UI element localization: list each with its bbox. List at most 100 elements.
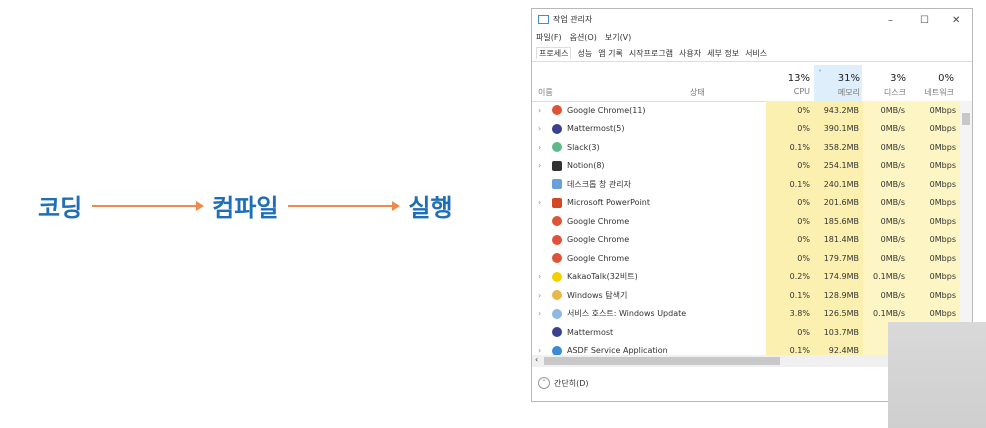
fewer-details-label: 간단히(D)	[554, 378, 589, 388]
column-disk[interactable]: 디스크	[884, 87, 906, 98]
close-button[interactable]: ✕	[952, 15, 960, 26]
column-memory[interactable]: 메모리	[838, 87, 860, 98]
process-name: KakaoTalk(32비트)	[567, 272, 638, 282]
step-compile: 컴파일	[212, 194, 279, 222]
tab-performance[interactable]: 성능	[577, 48, 592, 59]
process-row[interactable]: Google Chrome 0% 185.6MB 0MB/s 0Mbps	[532, 212, 960, 231]
process-row[interactable]: › 서비스 호스트: Windows Update 3.8% 126.5MB 0.1MB…	[532, 304, 960, 323]
expand-chevron-icon[interactable]: ›	[538, 106, 541, 115]
expand-chevron-icon[interactable]: ›	[538, 124, 541, 133]
step-coding: 코딩	[38, 194, 83, 222]
process-name: Google Chrome(11)	[567, 105, 646, 115]
process-name: Notion(8)	[567, 161, 605, 171]
process-name: Microsoft PowerPoint	[567, 198, 650, 208]
process-name-cell: Microsoft PowerPoint	[552, 197, 650, 208]
menu-view[interactable]: 보기(V)	[605, 32, 631, 43]
expand-chevron-icon[interactable]: ›	[538, 346, 541, 355]
process-row[interactable]: › Mattermost(5) 0% 390.1MB 0MB/s 0Mbps	[532, 119, 960, 138]
process-name: Mattermost(5)	[567, 124, 625, 134]
memory-cell: 390.1MB	[814, 119, 863, 138]
process-name-cell: Windows 탐색기	[552, 290, 627, 301]
arrow-icon	[288, 200, 401, 211]
column-network[interactable]: 네트워크	[925, 87, 954, 98]
process-row[interactable]: › Microsoft PowerPoint 0% 201.6MB 0MB/s 0Mbps	[532, 193, 960, 212]
tab-services[interactable]: 서비스	[745, 48, 767, 59]
process-name-cell: Notion(8)	[552, 160, 605, 171]
network-percent[interactable]: 0%	[938, 73, 954, 84]
process-name: Google Chrome	[567, 253, 630, 263]
mattermost-icon	[552, 123, 562, 134]
scroll-thumb[interactable]	[962, 113, 970, 125]
menu-file[interactable]: 파일(F)	[536, 32, 562, 43]
scroll-left-icon[interactable]: ‹	[535, 355, 538, 364]
network-cell: 0Mbps	[909, 175, 960, 194]
memory-cell: 128.9MB	[814, 286, 863, 305]
process-name: Slack(3)	[567, 142, 600, 152]
compile-flow: 코딩 컴파일 실행	[38, 188, 453, 223]
process-name: 데스크톱 창 관리자	[567, 179, 631, 189]
expand-chevron-icon[interactable]: ›	[538, 309, 541, 318]
notion-icon	[552, 160, 562, 171]
column-status[interactable]: 상태	[690, 87, 705, 98]
process-row[interactable]: › Windows 탐색기 0.1% 128.9MB 0MB/s 0Mbps	[532, 286, 960, 305]
expand-chevron-icon[interactable]: ›	[538, 161, 541, 170]
memory-percent[interactable]: 31%	[838, 73, 860, 84]
process-name: Windows 탐색기	[567, 290, 628, 300]
disk-cell: 0MB/s	[863, 286, 909, 305]
network-cell: 0Mbps	[909, 156, 960, 175]
tab-processes[interactable]: 프로세스	[536, 47, 572, 59]
tab-details[interactable]: 세부 정보	[707, 48, 739, 59]
scroll-thumb[interactable]	[544, 357, 780, 365]
process-row[interactable]: Google Chrome 0% 179.7MB 0MB/s 0Mbps	[532, 249, 960, 268]
process-row[interactable]: › Slack(3) 0.1% 358.2MB 0MB/s 0Mbps	[532, 138, 960, 157]
process-name-cell: KakaoTalk(32비트)	[552, 271, 638, 282]
tab-startup[interactable]: 시작프로그램	[629, 48, 673, 59]
explorer-icon	[552, 290, 562, 301]
expand-chevron-icon[interactable]: ›	[538, 198, 541, 207]
cpu-cell: 0%	[766, 101, 814, 120]
process-name-cell: 서비스 호스트: Windows Update	[552, 308, 686, 319]
maximize-button[interactable]: ☐	[920, 15, 929, 26]
memory-cell: 943.2MB	[814, 101, 863, 120]
cpu-percent[interactable]: 13%	[788, 73, 810, 84]
cpu-cell: 0.1%	[766, 175, 814, 194]
network-cell: 0Mbps	[909, 119, 960, 138]
slack-icon	[552, 142, 562, 153]
chrome-icon	[552, 105, 562, 116]
disk-percent[interactable]: 3%	[890, 73, 906, 84]
cpu-cell: 0%	[766, 193, 814, 212]
memory-cell: 358.2MB	[814, 138, 863, 157]
column-cpu[interactable]: CPU	[794, 87, 810, 96]
process-row[interactable]: › KakaoTalk(32비트) 0.2% 174.9MB 0.1MB/s 0Mbps	[532, 267, 960, 286]
sort-chevron-icon: ˅	[818, 69, 822, 78]
process-row[interactable]: › Notion(8) 0% 254.1MB 0MB/s 0Mbps	[532, 156, 960, 175]
minimize-button[interactable]: –	[888, 15, 893, 26]
disk-cell: 0MB/s	[863, 212, 909, 231]
memory-cell: 179.7MB	[814, 249, 863, 268]
disk-cell: 0MB/s	[863, 193, 909, 212]
process-name-cell: Mattermost	[552, 327, 613, 338]
desktop-window-icon	[552, 179, 562, 190]
window-title: 작업 관리자	[553, 14, 593, 24]
process-row[interactable]: 데스크톱 창 관리자 0.1% 240.1MB 0MB/s 0Mbps	[532, 175, 960, 194]
tab-app-history[interactable]: 앱 기록	[598, 48, 623, 59]
menu-options[interactable]: 옵션(O)	[570, 32, 597, 43]
disk-cell: 0MB/s	[863, 119, 909, 138]
expand-chevron-icon[interactable]: ›	[538, 143, 541, 152]
column-name[interactable]: 이름	[538, 87, 553, 98]
network-cell: 0Mbps	[909, 249, 960, 268]
fewer-details-button[interactable]: ˄ 간단히(D)	[538, 377, 588, 389]
menu-bar: 파일(F) 옵션(O) 보기(V)	[532, 29, 972, 45]
disk-cell: 0.1MB/s	[863, 267, 909, 286]
tab-users[interactable]: 사용자	[679, 48, 701, 59]
disk-cell: 0MB/s	[863, 156, 909, 175]
process-row[interactable]: › Google Chrome(11) 0% 943.2MB 0MB/s 0Mbps	[532, 101, 960, 120]
expand-chevron-icon[interactable]: ›	[538, 291, 541, 300]
network-cell: 0Mbps	[909, 286, 960, 305]
disk-cell: 0MB/s	[863, 138, 909, 157]
expand-chevron-icon[interactable]: ›	[538, 272, 541, 281]
process-row[interactable]: Google Chrome 0% 181.4MB 0MB/s 0Mbps	[532, 230, 960, 249]
chrome-icon	[552, 234, 562, 245]
disk-cell: 0.1MB/s	[863, 304, 909, 323]
kakaotalk-icon	[552, 271, 562, 282]
